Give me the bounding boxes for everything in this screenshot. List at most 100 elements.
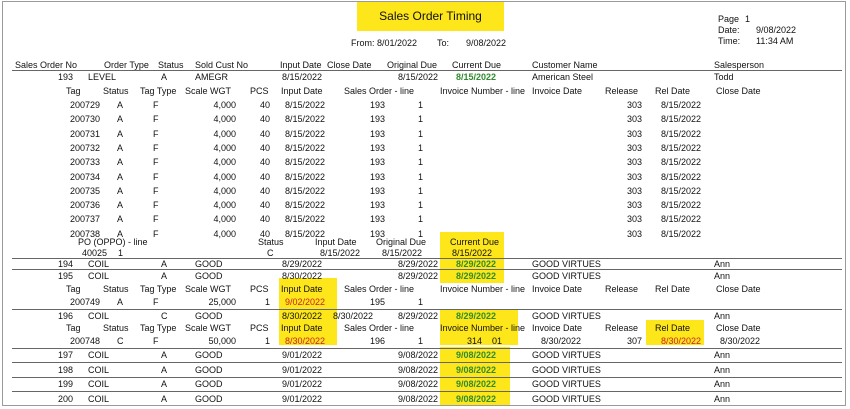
page-value: 1 bbox=[745, 14, 751, 24]
order-cust: GOOD bbox=[195, 350, 223, 360]
order-type: LEVEL bbox=[88, 72, 117, 82]
tag-hdr-tag: Tag bbox=[66, 323, 81, 333]
order-current-due: 8/15/2022 bbox=[456, 72, 497, 82]
header-divider bbox=[12, 70, 842, 71]
tag-status: A bbox=[117, 214, 124, 225]
order-cust: GOOD bbox=[195, 271, 223, 281]
order-current-due: 8/29/2022 bbox=[456, 311, 497, 321]
tag-so: 193 bbox=[369, 214, 385, 225]
tag-so: 193 bbox=[369, 185, 385, 196]
tag-input-date: 8/15/2022 bbox=[285, 200, 326, 211]
order-status: A bbox=[161, 271, 168, 281]
tag-release: 303 bbox=[626, 185, 642, 196]
tag-hdr-pcs: PCS bbox=[250, 323, 269, 333]
tag-hdr-release: Release bbox=[605, 284, 639, 294]
tag-hdr-tag-type: Tag Type bbox=[140, 86, 177, 96]
tag-hdr-tag: Tag bbox=[66, 284, 81, 294]
tag-input-date: 8/15/2022 bbox=[285, 185, 326, 196]
tag-hdr-tag-type: Tag Type bbox=[140, 323, 177, 333]
order-cust: AMEGR bbox=[195, 72, 229, 82]
tag-hdr-status: Status bbox=[103, 323, 129, 333]
tag-input-date: 8/15/2022 bbox=[285, 157, 326, 168]
tag-type: F bbox=[153, 297, 159, 307]
tag-hdr-rel-date: Rel Date bbox=[655, 284, 691, 294]
time-label: Time: bbox=[718, 36, 741, 46]
tag-hdr-invoice-number-line: Invoice Number - line bbox=[440, 86, 526, 96]
order-current-due: 9/08/2022 bbox=[456, 364, 497, 375]
date-label: Date: bbox=[718, 25, 740, 35]
order-no: 198 bbox=[57, 364, 73, 375]
order-original-due: 8/15/2022 bbox=[398, 72, 439, 82]
tag-wgt: 4,000 bbox=[213, 171, 236, 182]
tag-release: 307 bbox=[626, 336, 642, 346]
order-type: COIL bbox=[88, 364, 110, 375]
tag-so-line: 1 bbox=[418, 297, 424, 307]
order-salesperson: Ann bbox=[714, 311, 731, 321]
tag-release: 303 bbox=[626, 214, 642, 225]
order-customer-name: GOOD VIRTUES bbox=[532, 379, 601, 389]
tag-so-line: 1 bbox=[418, 128, 424, 139]
order-no: 196 bbox=[57, 311, 73, 321]
tag-status: C bbox=[117, 336, 124, 346]
tag-hdr-scale-wgt: Scale WGT bbox=[185, 86, 232, 96]
tag-wgt: 50,000 bbox=[208, 336, 236, 346]
order-customer-name: American Steel bbox=[532, 72, 594, 82]
tag-wgt: 4,000 bbox=[213, 214, 236, 225]
tag-hdr-rel-date: Rel Date bbox=[655, 323, 691, 333]
tag-input-date: 8/15/2022 bbox=[285, 142, 326, 153]
tag-hdr-sales-order-line: Sales Order - line bbox=[344, 86, 415, 96]
tag-input-date: 8/15/2022 bbox=[285, 114, 326, 125]
tag-release: 303 bbox=[626, 100, 642, 110]
tag-hdr-release: Release bbox=[605, 86, 639, 96]
to-label: To: bbox=[437, 38, 450, 48]
tag-invoice-date: 8/30/2022 bbox=[541, 336, 582, 346]
tag-pcs: 40 bbox=[259, 214, 270, 225]
order-input-date: 8/30/2022 bbox=[282, 311, 323, 321]
order-current-due: 9/08/2022 bbox=[456, 350, 497, 360]
tag-hdr-rel-date: Rel Date bbox=[655, 86, 691, 96]
tag-pcs: 1 bbox=[264, 297, 270, 307]
tag-so: 195 bbox=[369, 297, 385, 307]
row-divider bbox=[12, 376, 842, 378]
tag-release: 303 bbox=[626, 228, 642, 239]
order-input-date: 9/01/2022 bbox=[282, 393, 323, 404]
tag-type: F bbox=[153, 214, 159, 225]
tag-release: 303 bbox=[626, 200, 642, 211]
tag-so: 193 bbox=[369, 100, 385, 110]
tag-so-line: 1 bbox=[418, 200, 424, 211]
tag-so: 196 bbox=[369, 336, 385, 346]
order-input-date: 8/30/2022 bbox=[282, 271, 323, 281]
order-original-due: 9/08/2022 bbox=[398, 379, 439, 389]
tag-release: 303 bbox=[626, 157, 642, 168]
po-label: PO (OPPO) - line bbox=[78, 237, 148, 247]
tag-so-line: 1 bbox=[418, 100, 424, 110]
order-customer-name: GOOD VIRTUES bbox=[532, 364, 601, 375]
tag-hdr-invoice-number-line: Invoice Number - line bbox=[440, 284, 526, 294]
tag-so-line: 1 bbox=[418, 185, 424, 196]
tag-rel-date: 8/15/2022 bbox=[661, 128, 702, 139]
tag-so-line: 1 bbox=[418, 142, 424, 153]
tag-wgt: 4,000 bbox=[213, 114, 236, 125]
tag-hdr-close-date: Close Date bbox=[716, 323, 761, 333]
order-type: COIL bbox=[88, 271, 110, 281]
order-current-due: 9/08/2022 bbox=[456, 393, 497, 404]
page-label: Page bbox=[718, 14, 740, 24]
tag-type: F bbox=[153, 114, 159, 125]
tag-type: F bbox=[153, 128, 159, 139]
from-label: From: bbox=[351, 38, 375, 48]
tag-status: A bbox=[117, 100, 124, 110]
time-value: 11:34 AM bbox=[756, 36, 794, 46]
tag-type: F bbox=[153, 228, 159, 239]
tag-pcs: 40 bbox=[259, 171, 270, 182]
tag-no: 200737 bbox=[69, 214, 100, 225]
tag-hdr-sales-order-line: Sales Order - line bbox=[344, 284, 415, 294]
tag-status: A bbox=[117, 128, 124, 139]
tag-so-line: 1 bbox=[418, 114, 424, 125]
tag-rel-date: 8/15/2022 bbox=[661, 171, 702, 182]
tag-pcs: 40 bbox=[259, 200, 270, 211]
divider-197 bbox=[12, 348, 842, 349]
tag-wgt: 25,000 bbox=[208, 297, 236, 307]
tag-wgt: 4,000 bbox=[213, 100, 236, 110]
tag-status: A bbox=[117, 297, 124, 307]
tag-rel-date: 8/15/2022 bbox=[661, 185, 702, 196]
